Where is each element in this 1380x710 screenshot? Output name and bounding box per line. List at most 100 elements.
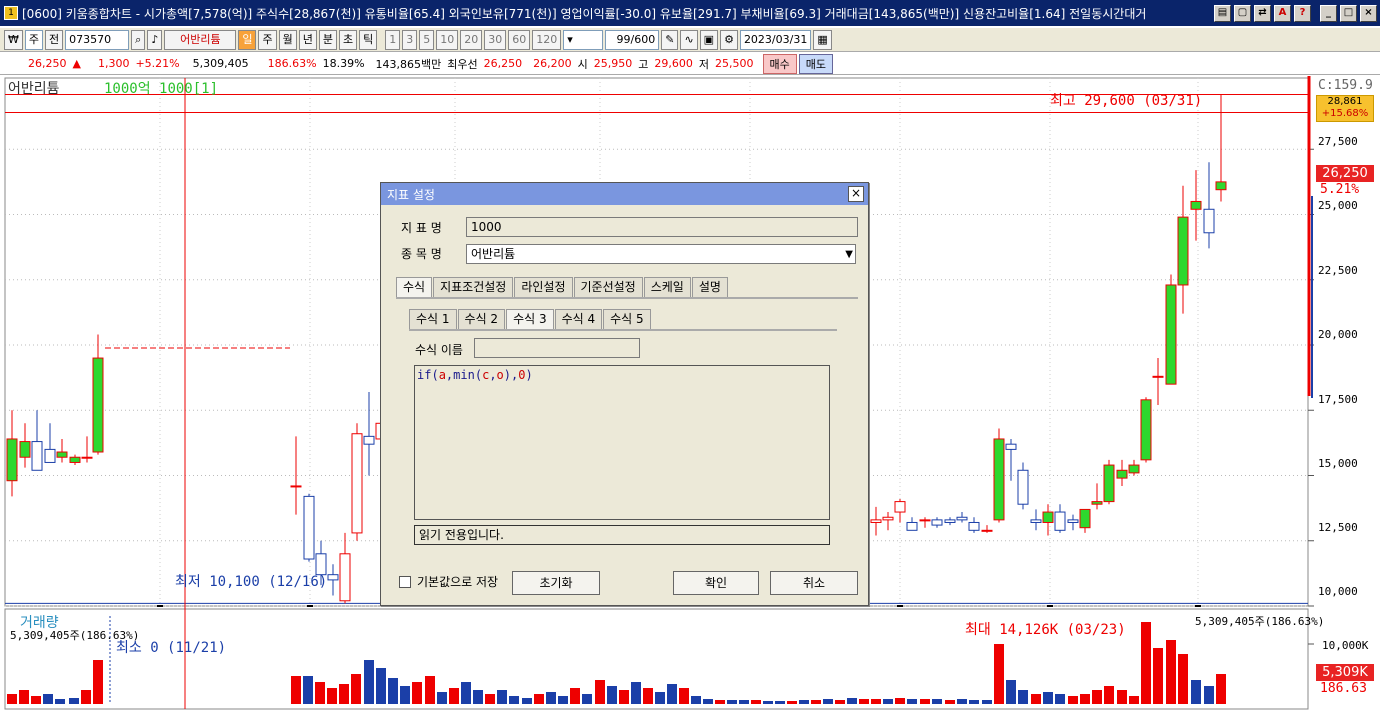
volume-bar xyxy=(412,682,422,704)
num-button[interactable]: 30 xyxy=(484,29,507,50)
volume-bar xyxy=(449,688,459,704)
interval-week-tab[interactable]: 주 xyxy=(258,29,277,50)
interval-minute-tab[interactable]: 분 xyxy=(318,29,337,50)
volume-bar xyxy=(631,682,641,704)
num-button[interactable]: 3 xyxy=(402,29,418,50)
volume-bar xyxy=(994,644,1004,704)
quote-label: 최우선 xyxy=(447,57,478,71)
cancel-button[interactable]: 취소 xyxy=(770,571,858,595)
tab-line[interactable]: 라인설정 xyxy=(514,277,573,297)
ok-button[interactable]: 확인 xyxy=(673,571,759,595)
stock-name[interactable]: 어반리튬 xyxy=(164,29,237,50)
amount: 143,865백만 xyxy=(375,57,442,71)
interval-day-tab[interactable]: 일 xyxy=(238,29,257,50)
chevron-down-icon[interactable]: ▼ xyxy=(845,246,853,264)
settings-icon[interactable]: ⚙ xyxy=(720,29,738,50)
num-button[interactable]: 20 xyxy=(460,29,483,50)
volume-bar xyxy=(509,696,519,704)
num-button[interactable]: 1 xyxy=(385,29,401,50)
formula-argument: o xyxy=(496,368,504,382)
save-icon[interactable]: ▣ xyxy=(699,29,719,50)
volume-bar xyxy=(823,699,833,704)
volume-bar xyxy=(1080,694,1090,704)
subtab-5[interactable]: 수식 5 xyxy=(603,309,651,329)
candle-body xyxy=(1203,208,1215,234)
last-pct-label: 5.21% xyxy=(1320,182,1360,197)
num-button[interactable]: 5 xyxy=(419,29,435,50)
pattern-icon[interactable]: ∿ xyxy=(680,29,698,50)
candle-body xyxy=(919,519,931,522)
sound-icon[interactable]: ♪ xyxy=(147,29,163,50)
interval-year-tab[interactable]: 년 xyxy=(298,29,317,50)
window-title: [0600] 키움종합차트 - 시가총액[7,578(억)] 주식수[28,86… xyxy=(22,6,1147,21)
subtab-3[interactable]: 수식 3 xyxy=(506,309,554,329)
tab-description[interactable]: 설명 xyxy=(691,277,728,297)
custom-interval-select[interactable]: ▾ xyxy=(563,29,604,50)
subtab-divider xyxy=(409,329,837,331)
maximize-icon[interactable]: □ xyxy=(1340,4,1357,22)
search-icon[interactable]: ⌕ xyxy=(131,29,146,50)
minimize-icon[interactable]: _ xyxy=(1320,4,1337,22)
stock-select[interactable]: 어반리튬 ▼ xyxy=(466,244,856,264)
num-button[interactable]: 10 xyxy=(436,29,459,50)
period-select[interactable]: 주 xyxy=(24,29,44,50)
sell-button[interactable]: 매도 xyxy=(798,53,834,74)
volume-bar xyxy=(1031,694,1041,704)
high-label: 고 xyxy=(638,57,649,71)
candle-body xyxy=(81,456,93,459)
stock-icon[interactable]: ₩ xyxy=(4,29,23,50)
candle-body xyxy=(1017,469,1029,505)
volume-bar xyxy=(883,699,893,704)
tab-baseline[interactable]: 기준선설정 xyxy=(573,277,643,297)
formula-name-label: 수식 이름 xyxy=(415,343,463,357)
restore-layout-icon[interactable]: ▢ xyxy=(1234,4,1251,22)
interval-month-tab[interactable]: 월 xyxy=(278,29,297,50)
dialog-close-icon[interactable]: × xyxy=(848,186,864,202)
volume-bar xyxy=(351,674,361,704)
volume-bar xyxy=(339,684,349,704)
layout-icon[interactable]: ▤ xyxy=(1214,4,1231,22)
candle-body xyxy=(19,441,31,458)
default-save-checkbox[interactable] xyxy=(399,575,411,588)
candle-body xyxy=(351,433,363,534)
reset-button[interactable]: 초기화 xyxy=(512,571,600,595)
tab-condition[interactable]: 지표조건설정 xyxy=(433,277,514,297)
buy-button[interactable]: 매수 xyxy=(762,53,797,74)
help-icon[interactable]: ? xyxy=(1294,4,1311,22)
count-input[interactable]: 99/600 xyxy=(605,29,660,50)
candle-body xyxy=(1165,284,1177,385)
interval-tick-tab[interactable]: 틱 xyxy=(359,29,378,50)
volume-bar xyxy=(570,688,580,704)
crosshair-price-box: 28,861 +15.68% xyxy=(1316,95,1374,122)
tool-icon[interactable]: ✎ xyxy=(661,29,679,50)
formula-punct: ( xyxy=(474,368,483,382)
candle-body xyxy=(363,435,375,445)
candle-body xyxy=(1042,511,1054,523)
main-tabs: 수식 지표조건설정 라인설정 기준선설정 스케일 설명 xyxy=(396,277,729,297)
tab-scale[interactable]: 스케일 xyxy=(643,277,691,297)
volume-bar xyxy=(7,694,17,704)
title-bar: 1 [0600] 키움종합차트 - 시가총액[7,578(억)] 주식수[28,… xyxy=(0,0,1380,26)
num-button[interactable]: 120 xyxy=(532,29,562,50)
interval-second-tab[interactable]: 초 xyxy=(338,29,358,50)
volume-bar xyxy=(871,699,881,704)
stock-code-input[interactable]: 073570 xyxy=(65,29,130,50)
max-price-label: 최고 29,600 (03/31) xyxy=(1050,93,1203,109)
candle-body xyxy=(906,521,918,531)
date-input[interactable]: 2023/03/31 xyxy=(739,29,812,50)
calendar-icon[interactable]: ▦ xyxy=(813,29,832,50)
default-save-row: 기본값으로 저장 xyxy=(399,573,498,590)
num-button[interactable]: 60 xyxy=(508,29,531,50)
subtab-4[interactable]: 수식 4 xyxy=(554,309,603,329)
candle-body xyxy=(968,521,980,531)
subtab-2[interactable]: 수식 2 xyxy=(457,309,506,329)
tab-formula[interactable]: 수식 xyxy=(396,277,433,297)
link-icon[interactable]: ⇄ xyxy=(1254,4,1271,22)
close-icon[interactable]: × xyxy=(1360,4,1377,22)
formula-editor[interactable]: if(a,min(c,o),0) xyxy=(414,365,830,520)
volume-bar xyxy=(727,700,737,704)
subtab-1[interactable]: 수식 1 xyxy=(409,309,457,329)
prev-button[interactable]: 전 xyxy=(45,29,64,50)
candle-body xyxy=(31,441,43,471)
font-icon[interactable]: A xyxy=(1274,4,1291,22)
